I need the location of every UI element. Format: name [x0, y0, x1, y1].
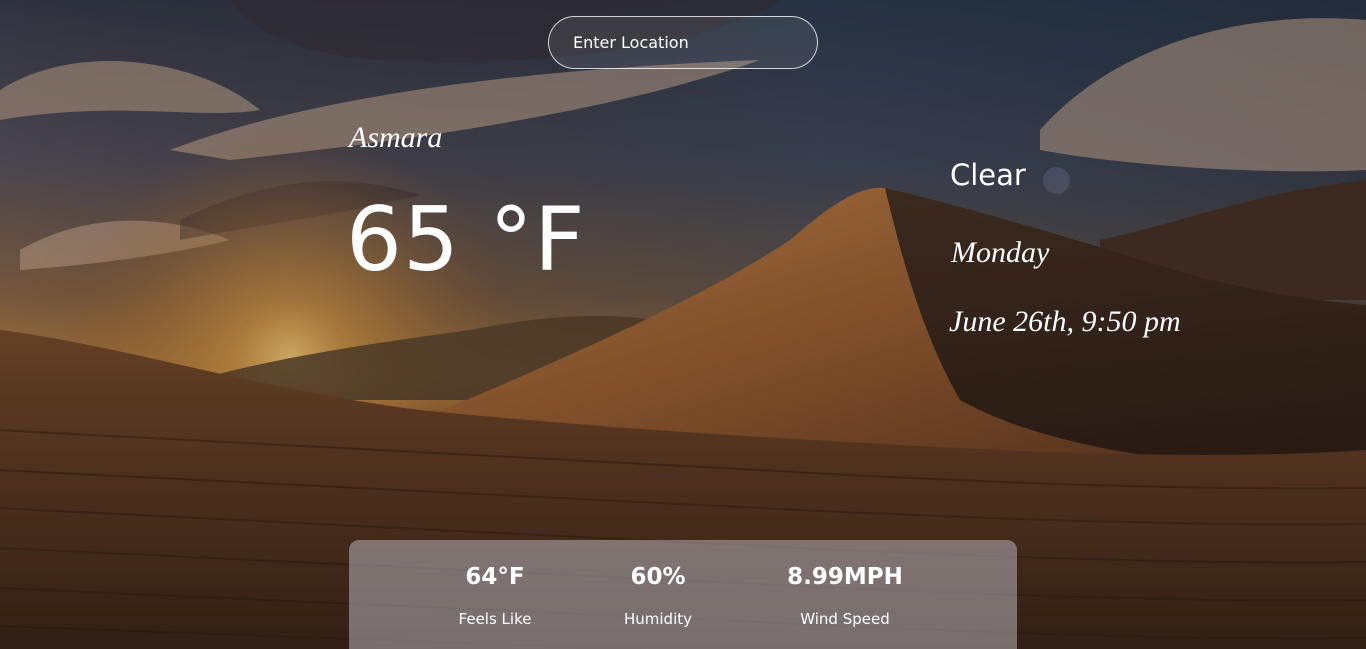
date-time: June 26th, 9:50 pm [949, 305, 1181, 338]
humidity-value: 60% [630, 564, 686, 590]
humidity-label: Humidity [623, 610, 693, 628]
city-name: Asmara [349, 121, 443, 154]
location-search-input[interactable] [548, 16, 818, 69]
weather-condition: Clear [950, 158, 1026, 192]
wind-speed-value: 8.99MPH [787, 564, 903, 590]
day-of-week: Monday [951, 236, 1050, 269]
weather-icon [1043, 167, 1070, 194]
weather-stats-panel: 64°F Feels Like 60% Humidity 8.99MPH Win… [349, 540, 1017, 649]
wind-speed-stat: 8.99MPH Wind Speed [787, 540, 903, 629]
wind-speed-label: Wind Speed [800, 610, 890, 628]
current-temperature: 65 °F [346, 188, 586, 291]
humidity-stat: 60% Humidity [624, 540, 692, 629]
feels-like-label: Feels Like [458, 610, 532, 628]
feels-like-value: 64°F [465, 564, 525, 590]
feels-like-stat: 64°F Feels Like [459, 540, 532, 629]
